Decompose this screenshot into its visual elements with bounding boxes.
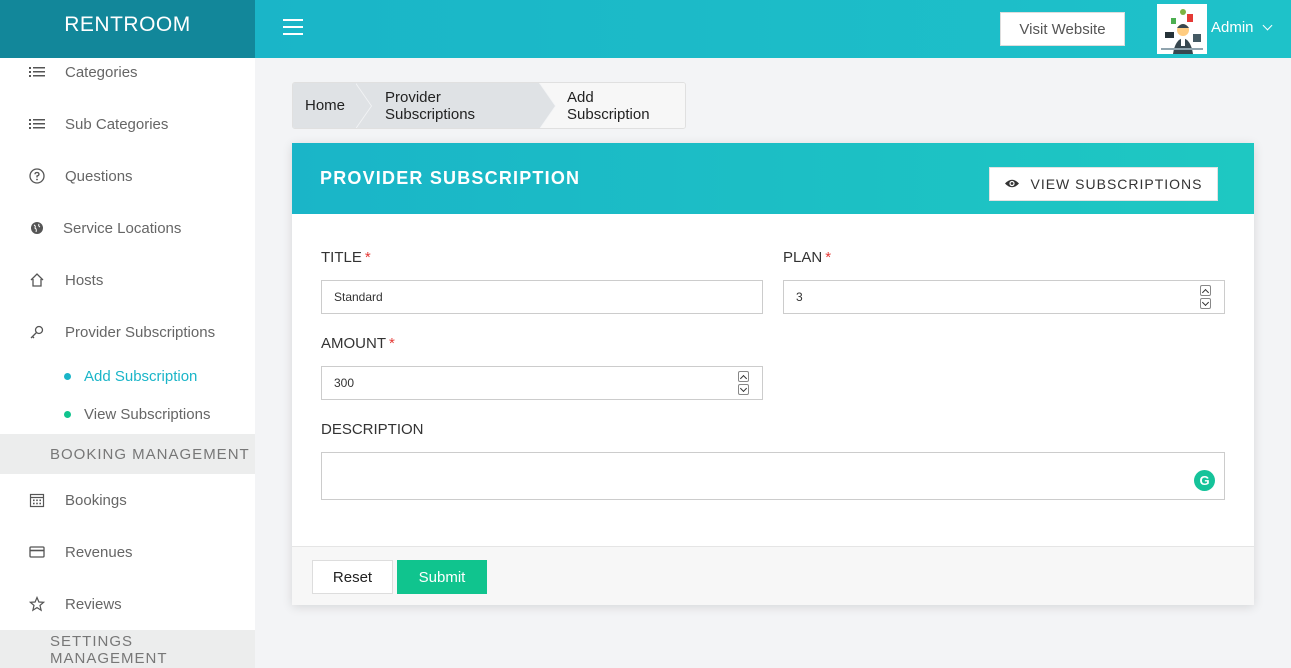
description-label: DESCRIPTION bbox=[321, 421, 424, 438]
sidebar-item-provider-subscriptions[interactable]: Provider Subscriptions bbox=[0, 312, 255, 352]
sidebar-subitem-label: Add Subscription bbox=[84, 367, 198, 385]
list-icon bbox=[28, 63, 46, 81]
breadcrumb: Home Provider Subscriptions Add Subscrip… bbox=[292, 82, 686, 129]
plan-input[interactable]: 3 bbox=[783, 280, 1225, 314]
sidebar-item-service-locations[interactable]: Service Locations bbox=[0, 208, 255, 248]
sidebar-item-reviews[interactable]: Reviews bbox=[0, 584, 255, 624]
sidebar-subitem-label: View Subscriptions bbox=[84, 405, 211, 423]
key-icon bbox=[28, 323, 46, 341]
breadcrumb-current: Add Subscription bbox=[539, 83, 685, 128]
plan-label: PLAN * bbox=[783, 249, 831, 266]
view-subscriptions-label: VIEW SUBSCRIPTIONS bbox=[1030, 176, 1203, 192]
stepper-down-icon[interactable] bbox=[738, 384, 749, 395]
sidebar-item-revenues[interactable]: Revenues bbox=[0, 532, 255, 572]
user-name: Admin bbox=[1211, 19, 1254, 36]
home-icon bbox=[28, 271, 46, 289]
breadcrumb-label: Home bbox=[305, 97, 346, 114]
amount-input[interactable]: 300 bbox=[321, 366, 763, 400]
amount-input-value: 300 bbox=[334, 376, 355, 390]
credit-card-icon bbox=[28, 543, 46, 561]
globe-icon bbox=[28, 219, 46, 237]
amount-label-text: AMOUNT bbox=[321, 335, 386, 352]
section-booking-management: BOOKING MANAGEMENT bbox=[0, 434, 255, 474]
calendar-icon bbox=[28, 491, 46, 509]
sidebar-subitem-view-subscriptions[interactable]: View Subscriptions bbox=[0, 399, 255, 429]
sidebar-item-label: Provider Subscriptions bbox=[65, 323, 216, 341]
description-textarea[interactable]: G bbox=[321, 452, 1225, 500]
amount-stepper[interactable] bbox=[738, 371, 749, 395]
plan-input-value: 3 bbox=[796, 290, 803, 304]
stepper-down-icon[interactable] bbox=[1200, 298, 1211, 309]
user-menu[interactable]: Admin bbox=[1211, 19, 1272, 36]
required-mark: * bbox=[825, 249, 832, 266]
breadcrumb-provider-subscriptions[interactable]: Provider Subscriptions bbox=[355, 83, 556, 128]
top-navbar: Visit Website Admin bbox=[255, 0, 1291, 58]
eye-icon bbox=[1004, 176, 1020, 192]
grammarly-icon[interactable]: G bbox=[1194, 470, 1215, 491]
menu-toggle-icon[interactable] bbox=[283, 19, 303, 36]
brand-logo[interactable]: RENTROOM bbox=[0, 0, 255, 58]
subscription-form-card: PROVIDER SUBSCRIPTION VIEW SUBSCRIPTIONS… bbox=[292, 143, 1254, 605]
stepper-up-icon[interactable] bbox=[1200, 285, 1211, 296]
sidebar: Categories Sub Categories Questions Serv… bbox=[0, 58, 255, 668]
sidebar-item-bookings[interactable]: Bookings bbox=[0, 480, 255, 520]
title-input-value: Standard bbox=[334, 290, 383, 304]
required-mark: * bbox=[389, 335, 395, 352]
list-icon bbox=[28, 115, 46, 133]
title-input[interactable]: Standard bbox=[321, 280, 763, 314]
sidebar-item-label: Revenues bbox=[65, 543, 133, 561]
chevron-down-icon bbox=[1262, 20, 1272, 31]
card-title: PROVIDER SUBSCRIPTION bbox=[320, 168, 581, 188]
view-subscriptions-button[interactable]: VIEW SUBSCRIPTIONS bbox=[989, 167, 1218, 201]
stepper-up-icon[interactable] bbox=[738, 371, 749, 382]
visit-website-button[interactable]: Visit Website bbox=[1000, 12, 1125, 46]
breadcrumb-label: Provider Subscriptions bbox=[385, 88, 476, 123]
reset-button[interactable]: Reset bbox=[312, 560, 393, 594]
required-mark: * bbox=[364, 249, 371, 266]
breadcrumb-label: Add Subscription bbox=[567, 88, 650, 123]
sidebar-item-categories[interactable]: Categories bbox=[0, 52, 255, 92]
question-circle-icon bbox=[28, 167, 46, 185]
breadcrumb-home[interactable]: Home bbox=[293, 83, 372, 128]
avatar[interactable] bbox=[1157, 4, 1207, 54]
title-label: TITLE * bbox=[321, 249, 371, 266]
section-settings-management: SETTINGS MANAGEMENT bbox=[0, 630, 255, 668]
submit-button[interactable]: Submit bbox=[397, 560, 487, 594]
amount-label: AMOUNT * bbox=[321, 335, 395, 352]
sidebar-item-label: Reviews bbox=[65, 595, 122, 613]
star-icon bbox=[28, 595, 46, 613]
sidebar-item-sub-categories[interactable]: Sub Categories bbox=[0, 104, 255, 144]
plan-stepper[interactable] bbox=[1200, 285, 1211, 309]
plan-label-text: PLAN bbox=[783, 249, 823, 266]
sidebar-item-label: Bookings bbox=[65, 491, 127, 509]
sidebar-item-label: Sub Categories bbox=[65, 115, 169, 133]
card-footer: Reset Submit bbox=[292, 546, 1254, 605]
sidebar-item-label: Service Locations bbox=[63, 219, 182, 237]
title-label-text: TITLE bbox=[321, 249, 362, 266]
card-header: PROVIDER SUBSCRIPTION VIEW SUBSCRIPTIONS bbox=[292, 143, 1254, 214]
sidebar-item-label: Hosts bbox=[65, 271, 104, 289]
bullet-icon bbox=[64, 372, 71, 380]
sidebar-item-questions[interactable]: Questions bbox=[0, 156, 255, 196]
sidebar-subitem-add-subscription[interactable]: Add Subscription bbox=[0, 361, 255, 391]
bullet-icon bbox=[64, 410, 71, 418]
sidebar-item-hosts[interactable]: Hosts bbox=[0, 260, 255, 300]
sidebar-item-label: Categories bbox=[65, 63, 138, 81]
sidebar-item-label: Questions bbox=[65, 167, 133, 185]
